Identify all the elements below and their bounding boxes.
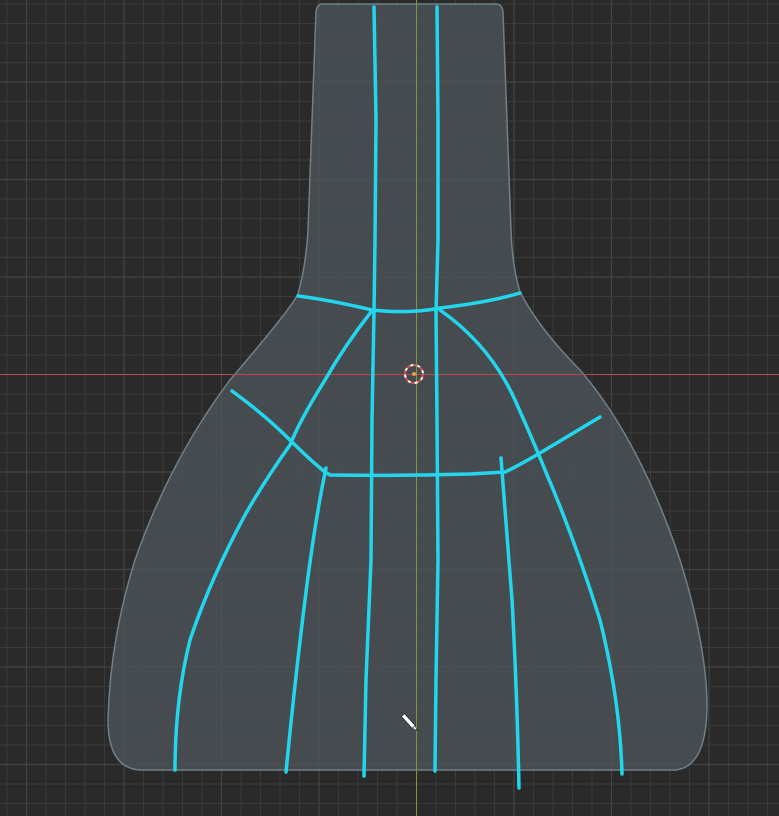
viewport-canvas[interactable] [0,0,779,816]
3d-viewport[interactable] [0,0,779,816]
